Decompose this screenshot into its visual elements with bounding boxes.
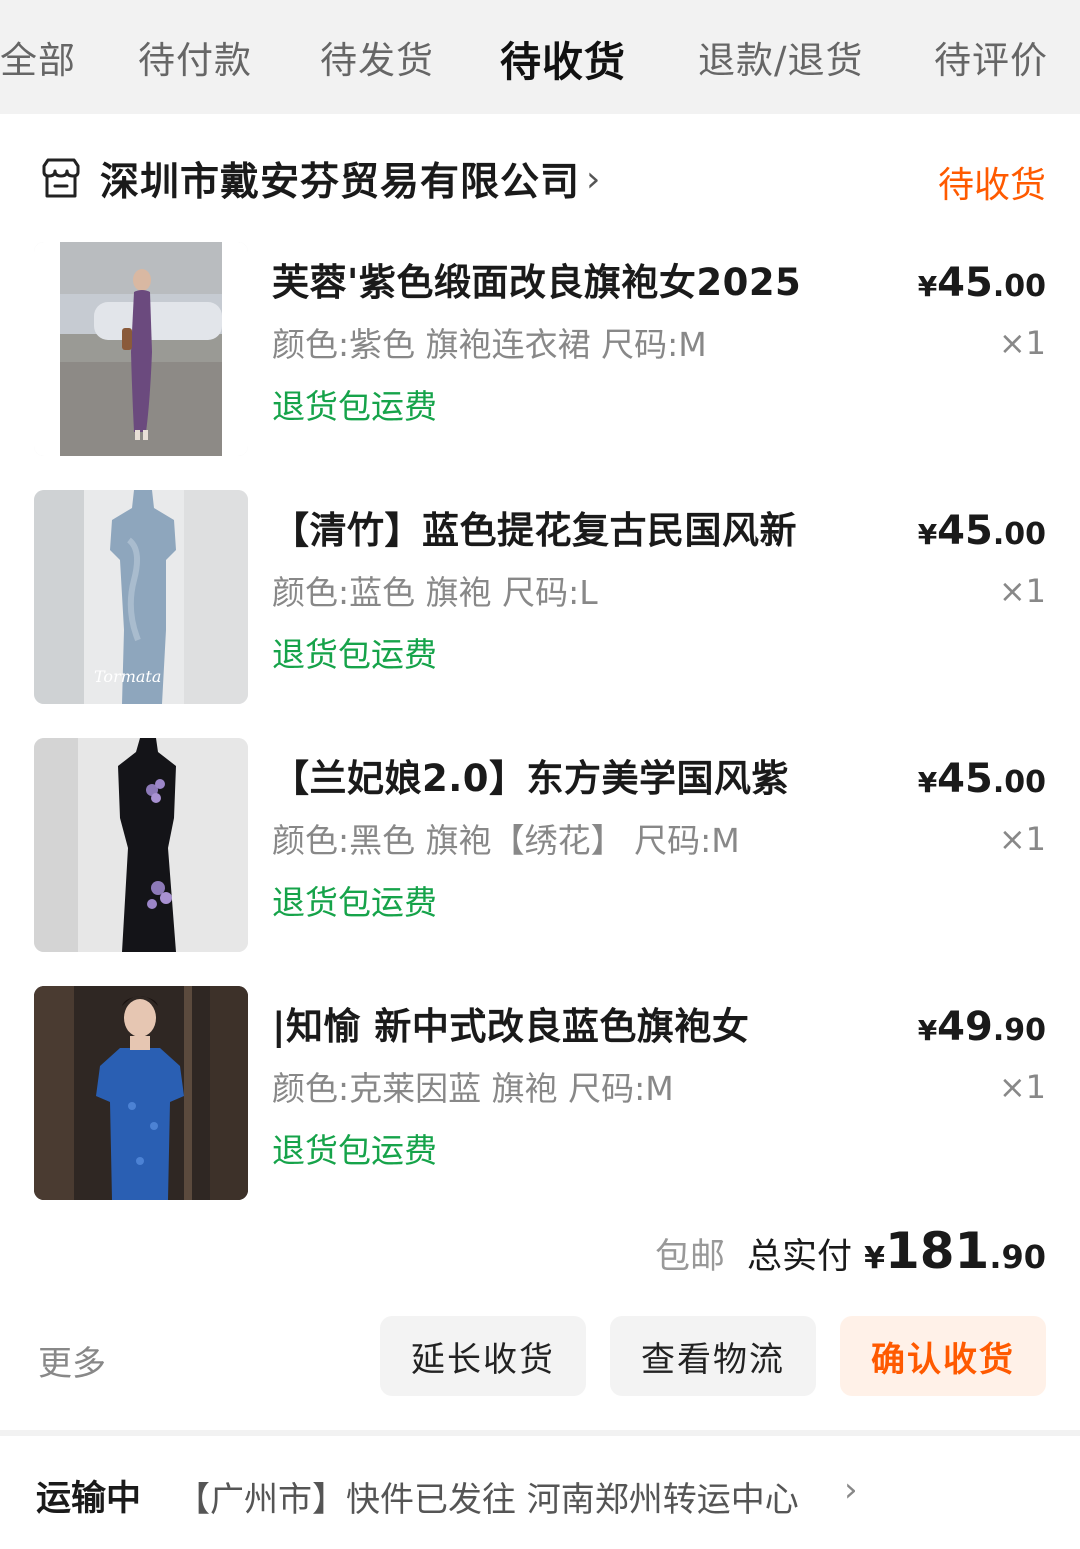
product-title[interactable]: 芙蓉'紫色缎面改良旗袍女2025 — [272, 252, 801, 306]
product-spec: 颜色:蓝色 旗袍 尺码:L — [272, 573, 598, 612]
shop-header[interactable]: 深圳市戴安芬贸易有限公司 › — [38, 150, 600, 208]
tab-pending-review[interactable]: 待评价 — [934, 30, 1048, 84]
extend-receipt-button[interactable]: 延长收货 — [380, 1316, 586, 1396]
product-quantity: ×1 — [998, 820, 1046, 858]
product-price: ¥49.90 — [917, 1004, 1046, 1050]
total-decimal: .90 — [989, 1238, 1046, 1276]
logistics-message: 【广州市】快件已发往 河南郑州转运中心 — [176, 1480, 799, 1520]
order-item[interactable]: 芙蓉'紫色缎面改良旗袍女2025 颜色:紫色 旗袍连衣裙 尺码:M 退货包运费 … — [0, 242, 1080, 462]
product-image-black-qipao[interactable] — [34, 738, 248, 952]
confirm-receipt-button[interactable]: 确认收货 — [840, 1316, 1046, 1396]
more-button[interactable]: 更多 — [38, 1336, 106, 1385]
order-item[interactable]: 【兰妃娘2.0】东方美学国风紫 颜色:黑色 旗袍【绣花】 尺码:M 退货包运费 … — [0, 738, 1080, 958]
return-shipping-badge: 退货包运费 — [272, 883, 437, 922]
order-item[interactable]: Tormata 【清竹】蓝色提花复古民国风新 颜色:蓝色 旗袍 尺码:L 退货包… — [0, 490, 1080, 710]
product-spec: 颜色:黑色 旗袍【绣花】 尺码:M — [272, 821, 740, 860]
tab-refund[interactable]: 退款/退货 — [698, 30, 863, 84]
svg-text:Tormata: Tormata — [94, 667, 161, 686]
total-label: 总实付 — [747, 1237, 853, 1277]
product-price: ¥45.00 — [917, 508, 1046, 554]
order-tabs: 全部 待付款 待发货 待收货 退款/退货 待评价 — [0, 0, 1080, 112]
tab-pending-payment[interactable]: 待付款 — [138, 30, 252, 84]
total-currency: ¥ — [864, 1241, 885, 1276]
free-shipping-label: 包邮 — [655, 1237, 726, 1277]
return-shipping-badge: 退货包运费 — [272, 1131, 437, 1170]
store-icon — [42, 158, 80, 198]
product-spec: 颜色:紫色 旗袍连衣裙 尺码:M — [272, 325, 707, 364]
order-status: 待收货 — [937, 165, 1046, 206]
total-amount: 181 — [884, 1222, 990, 1280]
product-image-klein-blue-qipao[interactable] — [34, 986, 248, 1200]
product-title[interactable]: |知愉 新中式改良蓝色旗袍女 — [272, 996, 749, 1050]
return-shipping-badge: 退货包运费 — [272, 387, 437, 426]
product-price: ¥45.00 — [917, 756, 1046, 802]
chevron-right-icon: › — [844, 1470, 858, 1510]
tab-all[interactable]: 全部 — [0, 30, 76, 84]
product-image-purple-qipao[interactable] — [34, 242, 248, 456]
product-spec: 颜色:克莱因蓝 旗袍 尺码:M — [272, 1069, 674, 1108]
logistics-bar[interactable]: 运输中 【广州市】快件已发往 河南郑州转运中心 › — [0, 1432, 1080, 1549]
order-total: 包邮 总实付 ¥ 181 .90 — [655, 1222, 1046, 1280]
tab-pending-shipment[interactable]: 待发货 — [320, 30, 434, 84]
product-image-blue-qipao[interactable]: Tormata — [34, 490, 248, 704]
product-quantity: ×1 — [998, 1068, 1046, 1106]
chevron-right-icon: › — [586, 158, 601, 200]
shop-name: 深圳市戴安芬贸易有限公司 — [100, 160, 581, 205]
product-price: ¥45.00 — [917, 260, 1046, 306]
tab-pending-receipt[interactable]: 待收货 — [500, 28, 626, 88]
return-shipping-badge: 退货包运费 — [272, 635, 437, 674]
product-title[interactable]: 【清竹】蓝色提花复古民国风新 — [272, 500, 797, 554]
product-quantity: ×1 — [998, 572, 1046, 610]
order-item[interactable]: |知愉 新中式改良蓝色旗袍女 颜色:克莱因蓝 旗袍 尺码:M 退货包运费 ¥49… — [0, 986, 1080, 1206]
logistics-status: 运输中 — [36, 1479, 142, 1519]
product-title[interactable]: 【兰妃娘2.0】东方美学国风紫 — [272, 748, 789, 802]
product-quantity: ×1 — [998, 324, 1046, 362]
view-logistics-button[interactable]: 查看物流 — [610, 1316, 816, 1396]
